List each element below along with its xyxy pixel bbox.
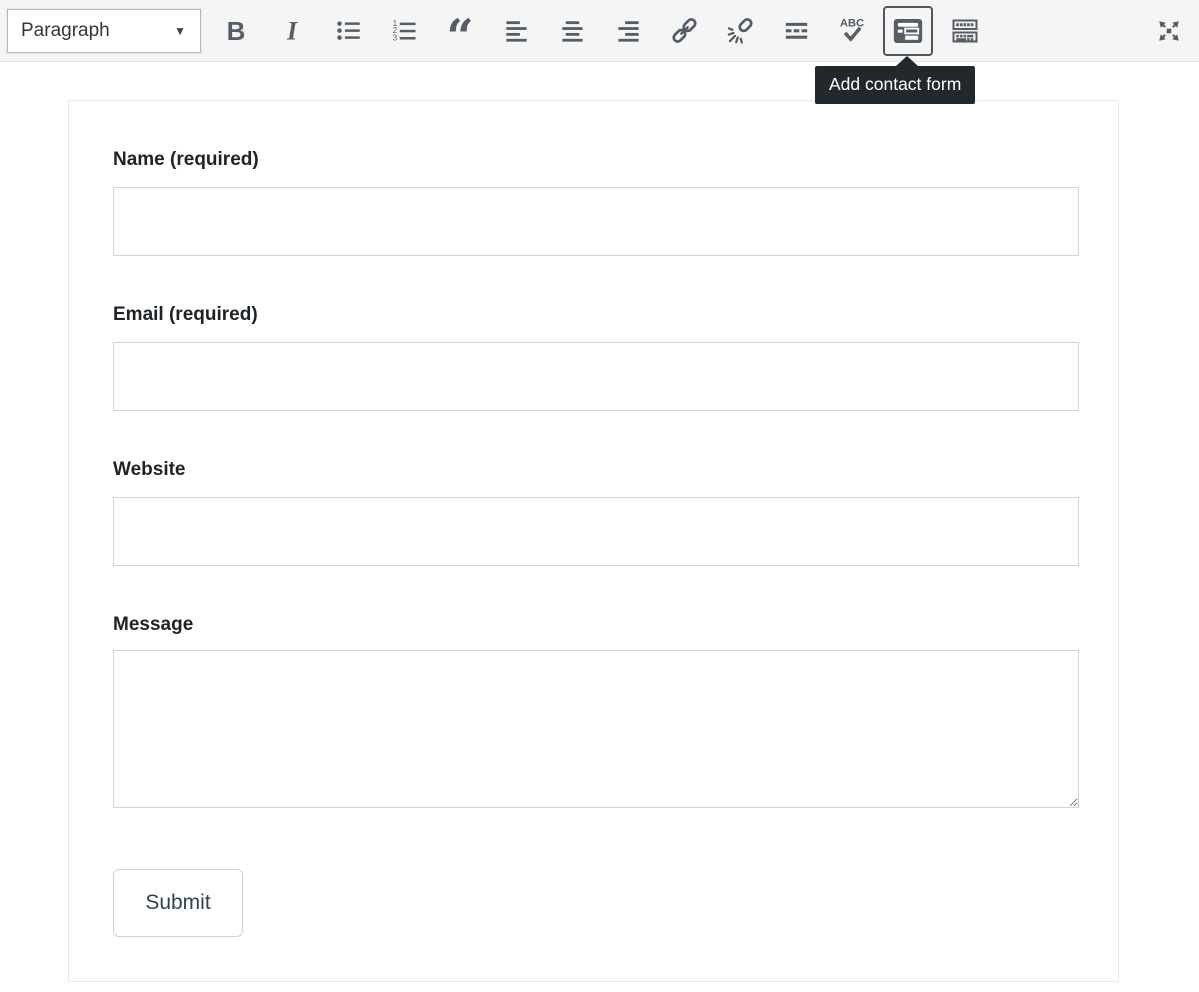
align-center-button[interactable]	[552, 9, 592, 53]
align-center-icon	[559, 17, 586, 44]
tooltip-text: Add contact form	[829, 74, 961, 94]
svg-text:“: “	[446, 16, 473, 46]
align-right-icon	[615, 17, 642, 44]
fullscreen-icon	[1156, 18, 1182, 44]
submit-button[interactable]: Submit	[113, 869, 243, 937]
link-icon	[671, 17, 698, 44]
editor-content-area[interactable]: Name (required) Email (required) Website…	[0, 62, 1199, 982]
contact-form-icon	[891, 14, 925, 48]
bold-button[interactable]: B	[216, 9, 256, 53]
blockquote-button[interactable]: “	[440, 9, 480, 53]
italic-icon: I	[279, 18, 305, 44]
align-left-icon	[503, 17, 530, 44]
keyboard-icon	[950, 16, 980, 46]
spellcheck-icon: ABC	[837, 16, 867, 46]
toolbar-toggle-button[interactable]	[945, 9, 985, 53]
paragraph-format-dropdown[interactable]: Paragraph ▼	[7, 9, 201, 53]
link-button[interactable]	[664, 9, 704, 53]
name-field-label: Name (required)	[113, 149, 1077, 171]
align-left-button[interactable]	[496, 9, 536, 53]
numbered-list-button[interactable]: 1 2 3	[384, 9, 424, 53]
email-field-label: Email (required)	[113, 304, 1077, 326]
italic-button[interactable]: I	[272, 9, 312, 53]
numbered-list-icon: 1 2 3	[391, 17, 418, 44]
add-contact-form-button[interactable]	[883, 6, 933, 56]
unlink-icon	[727, 17, 754, 44]
bold-icon: B	[227, 18, 246, 44]
spellcheck-button[interactable]: ABC	[832, 9, 872, 53]
svg-text:I: I	[286, 18, 298, 44]
fullscreen-button[interactable]	[1149, 9, 1189, 53]
svg-text:3: 3	[392, 33, 397, 42]
editor-toolbar: Paragraph ▼ B I 1 2 3 “	[0, 0, 1199, 62]
bulleted-list-icon	[335, 17, 362, 44]
align-right-button[interactable]	[608, 9, 648, 53]
email-input[interactable]	[113, 342, 1079, 411]
message-field-label: Message	[113, 614, 1077, 636]
dropdown-arrow-icon: ▼	[174, 24, 186, 38]
format-dropdown-value: Paragraph	[21, 20, 110, 42]
more-tag-icon	[783, 17, 810, 44]
contact-form-preview: Name (required) Email (required) Website…	[68, 100, 1119, 982]
website-field-label: Website	[113, 459, 1077, 481]
bulleted-list-button[interactable]	[328, 9, 368, 53]
add-contact-form-tooltip: Add contact form	[815, 66, 975, 104]
name-input[interactable]	[113, 187, 1079, 256]
message-textarea[interactable]	[113, 650, 1079, 808]
website-input[interactable]	[113, 497, 1079, 566]
svg-text:ABC: ABC	[840, 17, 864, 29]
unlink-button[interactable]	[720, 9, 760, 53]
insert-more-tag-button[interactable]	[776, 9, 816, 53]
blockquote-icon: “	[445, 16, 475, 46]
